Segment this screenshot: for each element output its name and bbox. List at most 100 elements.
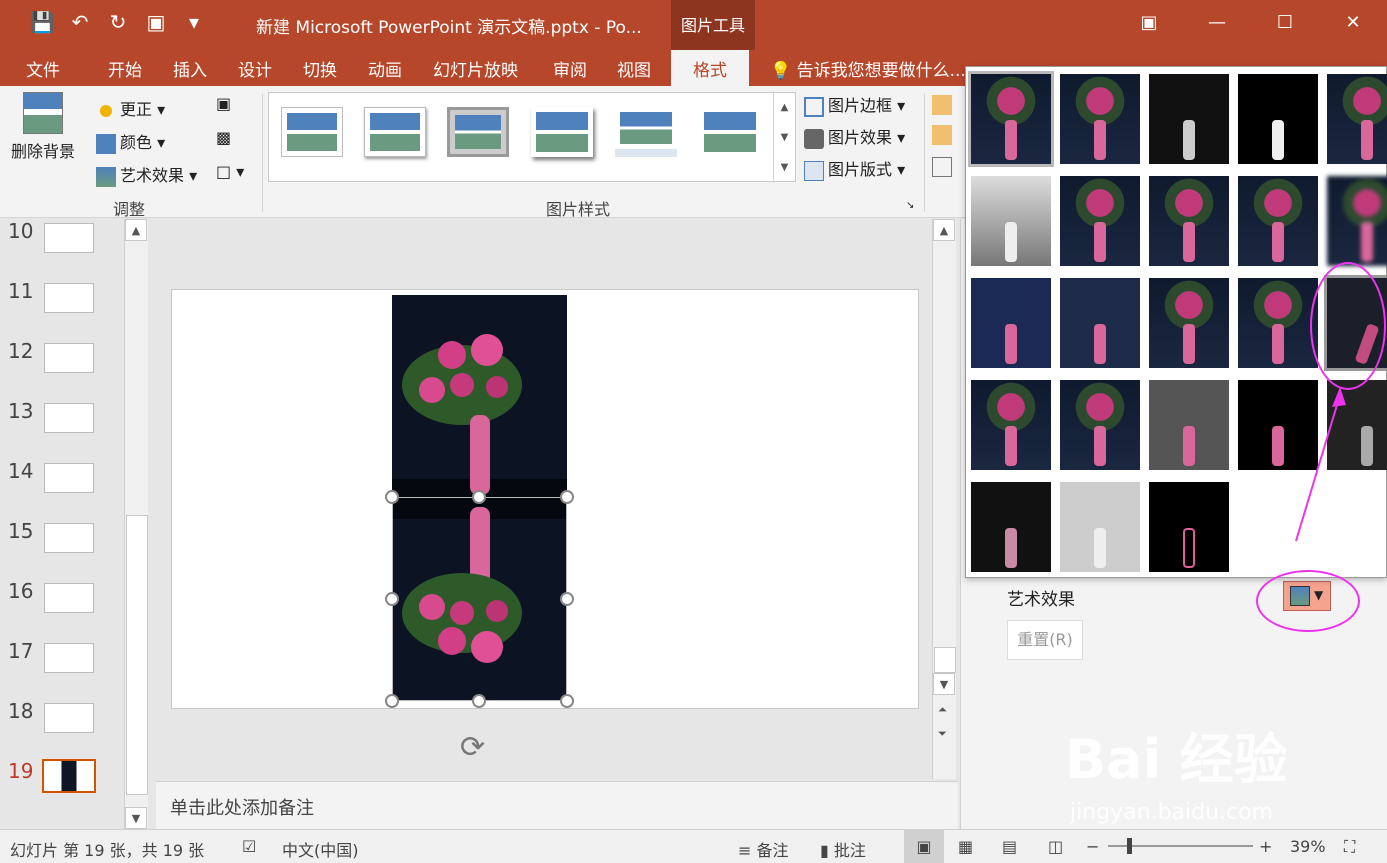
ribbon-display-icon[interactable]: ▣ [1115,0,1183,46]
resize-handle-e[interactable] [560,592,574,606]
present-icon[interactable]: ▣ [144,10,168,34]
language-indicator[interactable]: 中文(中国) [282,837,359,861]
tab-review[interactable]: 审阅 [553,56,587,81]
notes-pane[interactable]: 单击此处添加备注 [156,781,958,829]
minimize-icon[interactable]: — [1183,0,1251,46]
tell-me-search[interactable]: 💡 告诉我您想要做什么... [770,56,966,81]
gallery-more-icon[interactable]: ▼ [774,153,795,183]
slide-panel-scrollbar[interactable]: ▲ ▼ [124,219,148,829]
slide-thumbnail-item[interactable]: 12 [0,339,124,379]
rotate-handle-icon[interactable]: ⟳ [460,730,485,765]
comments-toggle[interactable]: ▮ 批注 [820,837,866,861]
slide-thumbnail-item[interactable]: 17 [0,639,124,679]
resize-handle-n[interactable] [472,490,486,504]
picture-style-4[interactable] [531,107,593,157]
resize-handle-nw[interactable] [385,490,399,504]
gallery-down-icon[interactable]: ▼ [774,123,795,153]
slide-thumbnail-item[interactable]: 15 [0,519,124,559]
customize-qat-icon[interactable]: ▾ [182,10,206,34]
reset-button[interactable]: 重置(R) [1007,620,1083,660]
maximize-icon[interactable]: ☐ [1251,0,1319,46]
slide-canvas[interactable]: ⟳ [171,289,919,765]
picture-border-button[interactable]: 图片边框 ▾ [804,92,905,117]
fit-to-window-icon[interactable]: ⛶ [1344,837,1355,857]
scroll-down-icon[interactable]: ▼ [125,807,147,829]
effect-chalk-sketch[interactable] [971,176,1051,266]
resize-handle-w[interactable] [385,592,399,606]
resize-handle-s[interactable] [472,694,486,708]
zoom-out-icon[interactable]: − [1086,837,1099,856]
picture-effects-button[interactable]: 图片效果 ▾ [804,124,905,149]
picture-style-6[interactable] [699,107,761,157]
effect-none[interactable] [968,71,1054,167]
effect-pencil-sketch[interactable] [1238,74,1318,164]
slide-thumbnail-item[interactable]: 13 [0,399,124,439]
scroll-up-icon[interactable]: ▲ [125,219,147,241]
slideshow-view-icon[interactable]: ◫ [1048,837,1063,856]
tab-file[interactable]: 文件 [26,56,60,81]
effect-glow-edges[interactable] [1149,482,1229,572]
effect-marker[interactable] [1060,74,1140,164]
effect-mosaic-bubbles[interactable] [1238,278,1318,368]
tab-animations[interactable]: 动画 [368,56,402,81]
effect-watercolor-sponge[interactable] [1060,278,1140,368]
spelling-check-icon[interactable]: ☑ [242,837,256,856]
resize-handle-ne[interactable] [560,490,574,504]
tab-format[interactable]: 格式 [671,50,749,86]
tab-slideshow[interactable]: 幻灯片放映 [433,56,518,81]
slide-thumbnail-item[interactable]: 16 [0,579,124,619]
effect-light-screen[interactable] [971,278,1051,368]
undo-icon[interactable]: ↶ [68,10,92,34]
gallery-up-icon[interactable]: ▲ [774,93,795,123]
picture-style-5[interactable] [615,107,677,157]
resize-handle-se[interactable] [560,694,574,708]
scroll-thumb[interactable] [934,647,956,673]
zoom-slider-thumb[interactable] [1127,838,1132,854]
tab-view[interactable]: 视图 [617,56,651,81]
effect-texturizer[interactable] [1060,380,1140,470]
compress-pictures-icon[interactable]: ▣ [216,94,231,113]
next-slide-icon[interactable]: ⏷ [938,727,947,741]
remove-background-button[interactable]: 删除背景 [8,92,78,162]
artistic-effects-button[interactable]: 艺术效果 ▾ [96,162,197,187]
color-button[interactable]: 颜色 ▾ [96,129,165,154]
scroll-up-icon[interactable]: ▲ [933,219,955,241]
tab-design[interactable]: 设计 [238,56,272,81]
effect-paint-brush[interactable] [1149,176,1229,266]
zoom-in-icon[interactable]: + [1259,837,1272,856]
picture-style-1[interactable] [281,107,343,157]
picture-style-2[interactable] [364,107,426,157]
send-backward-icon[interactable] [932,124,956,145]
redo-icon[interactable]: ↻ [106,10,130,34]
effect-cement[interactable] [971,380,1051,470]
reading-view-icon[interactable]: ▤ [1002,837,1017,856]
normal-view-icon[interactable]: ▣ [904,830,944,863]
bring-forward-icon[interactable] [932,94,956,115]
notes-toggle[interactable]: ≡ 备注 [738,837,789,861]
close-icon[interactable]: ✕ [1319,0,1387,46]
effect-pencil-grayscale[interactable] [1149,74,1229,164]
save-icon[interactable]: 💾 [30,10,55,34]
dialog-launcher-icon[interactable]: ↘ [906,200,914,211]
tab-home[interactable]: 开始 [108,56,142,81]
reset-picture-icon[interactable]: □ ▾ [216,162,244,181]
slide-thumbnail-item[interactable]: 10 [0,219,124,259]
resize-handle-sw[interactable] [385,694,399,708]
tab-insert[interactable]: 插入 [173,56,207,81]
corrections-button[interactable]: 更正 ▾ [96,96,165,121]
slide-sorter-icon[interactable]: ▦ [958,837,973,856]
effect-line-drawing[interactable] [1327,74,1387,164]
editor-scrollbar[interactable]: ▲ ▼ ⏶ ⏷ [932,219,956,779]
zoom-level[interactable]: 39% [1290,837,1326,856]
change-picture-icon[interactable]: ▩ [216,128,231,147]
previous-slide-icon[interactable]: ⏶ [938,703,947,717]
effect-paint-strokes[interactable] [1060,176,1140,266]
effect-film-grain[interactable] [1149,278,1229,368]
slide-thumbnail-item[interactable]: 11 [0,279,124,319]
effect-photocopy[interactable] [1060,482,1140,572]
effect-crisscross-etching[interactable] [1149,380,1229,470]
picture-layout-button[interactable]: 图片版式 ▾ [804,156,905,181]
picture-style-3[interactable] [447,107,509,157]
scroll-down-icon[interactable]: ▼ [933,673,955,695]
effect-cutout[interactable] [971,482,1051,572]
